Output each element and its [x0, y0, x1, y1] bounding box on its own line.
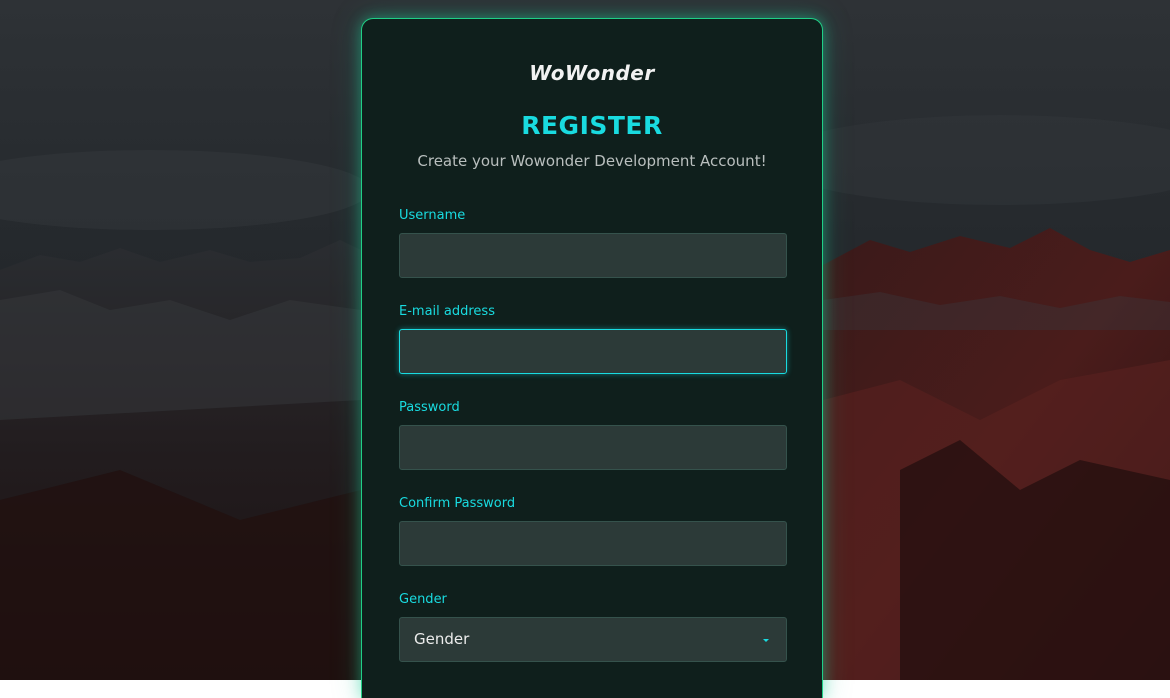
password-label: Password — [399, 400, 460, 415]
password-input[interactable] — [399, 425, 787, 470]
wowonder-logo[interactable]: WoWonder — [362, 61, 822, 85]
chevron-down-icon — [763, 639, 769, 642]
gender-label: Gender — [399, 592, 447, 607]
username-label: Username — [399, 208, 466, 223]
email-input[interactable] — [399, 329, 787, 374]
gender-select-value: Gender — [414, 630, 470, 648]
gender-select[interactable]: Gender — [399, 617, 787, 662]
email-label: E-mail address — [399, 304, 495, 319]
confirm-password-label: Confirm Password — [399, 496, 516, 511]
confirm-password-input[interactable] — [399, 521, 787, 566]
register-card: WoWonder REGISTER Create your Wowonder D… — [361, 18, 823, 698]
page-subtitle: Create your Wowonder Development Account… — [417, 152, 767, 170]
page-title: REGISTER — [521, 111, 663, 140]
username-input[interactable] — [399, 233, 787, 278]
